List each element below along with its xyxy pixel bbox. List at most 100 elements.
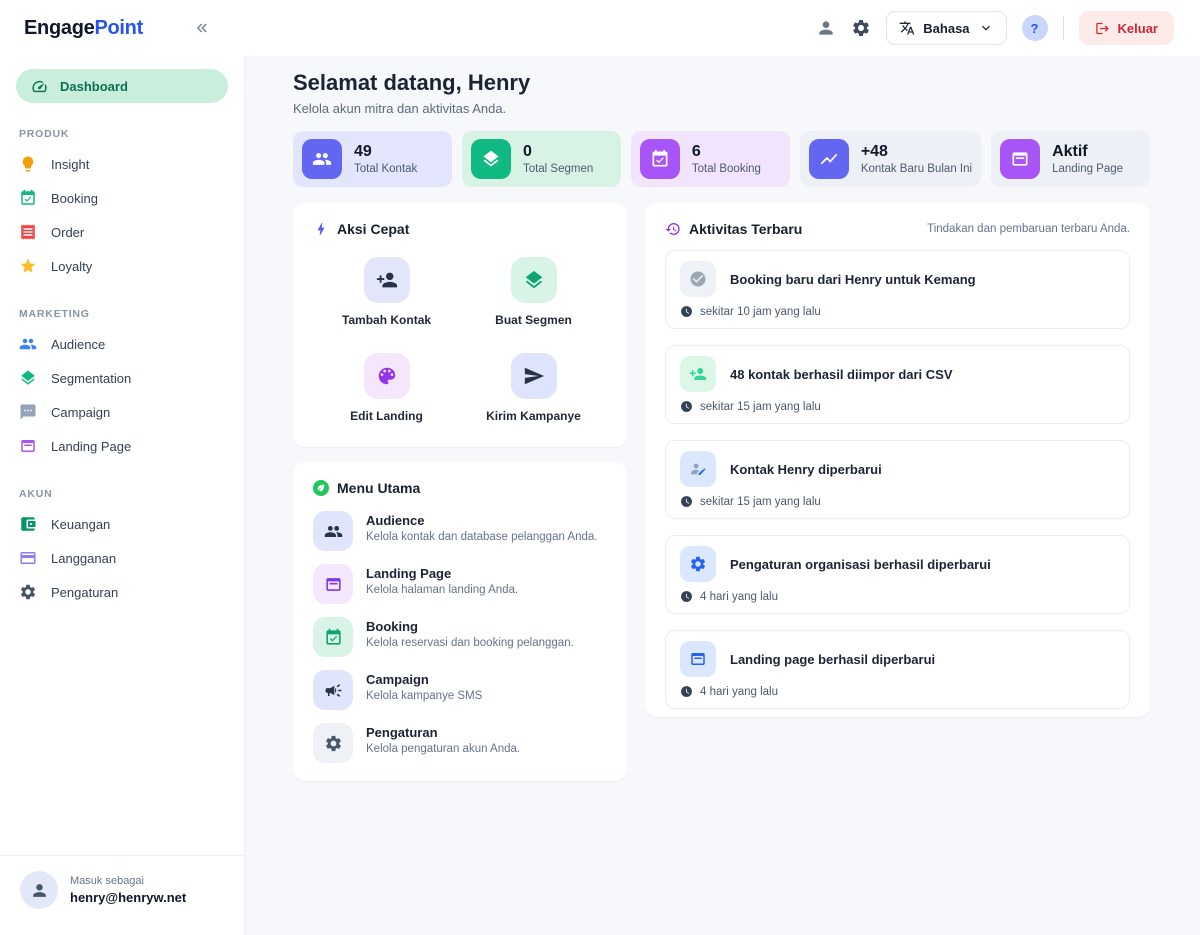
activity-item-time: 4 hari yang lalu <box>680 685 1115 698</box>
activity-item[interactable]: 48 kontak berhasil diimpor dari CSV sekit… <box>665 345 1130 424</box>
right-column: Aktivitas Terbaru Tindakan dan pembaruan… <box>645 203 1150 717</box>
menu-item-pengaturan[interactable]: PengaturanKelola pengaturan akun Anda. <box>313 723 607 763</box>
stat-card-landing-page[interactable]: AktifLanding Page <box>991 131 1150 187</box>
user-icon[interactable] <box>816 18 836 38</box>
clock-icon <box>680 685 693 698</box>
quick-action-edit-landing[interactable]: Edit Landing <box>313 353 460 423</box>
activity-item[interactable]: Pengaturan organisasi berhasil diperbaru… <box>665 535 1130 614</box>
browser-icon <box>19 437 37 455</box>
page-title: Selamat datang, Henry <box>293 70 1150 96</box>
sidebar-item-keuangan[interactable]: Keuangan <box>16 507 228 541</box>
check-circle-icon <box>680 261 716 297</box>
menu-item-landing-page[interactable]: Landing PageKelola halaman landing Anda. <box>313 564 607 604</box>
activity-item[interactable]: Landing page berhasil diperbarui 4 hari y… <box>665 630 1130 709</box>
stat-card-kontak-baru-bulan-ini[interactable]: +48Kontak Baru Bulan Ini <box>800 131 981 187</box>
menu-item-audience[interactable]: AudienceKelola kontak dan database pelan… <box>313 511 607 551</box>
topbar: EngagePoint Bahasa ? Keluar <box>0 0 1200 56</box>
quick-action-label: Kirim Kampanye <box>486 409 581 423</box>
sidebar-item-langganan[interactable]: Langganan <box>16 541 228 575</box>
menu-item-description: Kelola reservasi dan booking pelanggan. <box>366 637 574 649</box>
sidebar-item-loyalty[interactable]: Loyalty <box>16 249 228 283</box>
activity-item-title: Kontak Henry diperbarui <box>730 462 882 477</box>
activity-item-time: sekitar 15 jam yang lalu <box>680 495 1115 508</box>
sidebar-section-title: PRODUK <box>19 128 228 140</box>
receipt-icon <box>19 223 37 241</box>
user-plus-icon <box>364 257 410 303</box>
sidebar-item-booking[interactable]: Booking <box>16 181 228 215</box>
signed-in-label: Masuk sebagai <box>70 875 186 887</box>
sidebar-item-pengaturan[interactable]: Pengaturan <box>16 575 228 609</box>
logout-icon <box>1095 21 1110 36</box>
quick-action-tambah-kontak[interactable]: Tambah Kontak <box>313 257 460 327</box>
left-column: Aksi Cepat Tambah KontakBuat SegmenEdit … <box>293 203 627 781</box>
quick-action-kirim-kampanye[interactable]: Kirim Kampanye <box>460 353 607 423</box>
send-icon <box>511 353 557 399</box>
sidebar-sections: PRODUKInsightBookingOrderLoyaltyMARKETIN… <box>16 128 228 609</box>
sidebar-item-landing-page[interactable]: Landing Page <box>16 429 228 463</box>
stat-card-total-segmen[interactable]: 0Total Segmen <box>462 131 621 187</box>
quick-action-buat-segmen[interactable]: Buat Segmen <box>460 257 607 327</box>
language-button[interactable]: Bahasa <box>886 11 1006 45</box>
sidebar-item-insight[interactable]: Insight <box>16 147 228 181</box>
activity-time-label: sekitar 15 jam yang lalu <box>700 401 821 413</box>
logo-area: EngagePoint <box>0 17 245 40</box>
sidebar-item-order[interactable]: Order <box>16 215 228 249</box>
star-icon <box>19 257 37 275</box>
sidebar-nav: Dashboard PRODUK Insight Booking Order Loyal… <box>0 56 244 609</box>
stat-label: Total Segmen <box>523 163 593 175</box>
translate-icon <box>899 20 915 36</box>
sidebar-collapse-icon[interactable] <box>193 19 211 37</box>
gear-icon <box>313 723 353 763</box>
users-icon <box>302 139 342 179</box>
activity-item-top: Pengaturan organisasi berhasil diperbaru… <box>680 546 1115 582</box>
sidebar-item-label: Langganan <box>51 551 116 566</box>
gear-icon[interactable] <box>851 18 871 38</box>
sidebar-item-label: Audience <box>51 337 105 352</box>
credit-card-icon <box>19 549 37 567</box>
help-button[interactable]: ? <box>1022 15 1048 41</box>
avatar[interactable] <box>20 871 58 909</box>
sidebar-section-title: AKUN <box>19 488 228 500</box>
activity-item-top: Landing page berhasil diperbarui <box>680 641 1115 677</box>
stat-label: Total Kontak <box>354 163 417 175</box>
sidebar-item-label: Order <box>51 225 84 240</box>
activity-item-top: Kontak Henry diperbarui <box>680 451 1115 487</box>
stat-card-total-booking[interactable]: 6Total Booking <box>631 131 790 187</box>
main-menu-header: Menu Utama <box>313 480 607 496</box>
topbar-divider <box>1063 16 1064 40</box>
menu-item-title: Booking <box>366 619 574 634</box>
bolt-icon <box>313 221 329 237</box>
sidebar-item-dashboard[interactable]: Dashboard <box>16 69 228 103</box>
activity-item[interactable]: Booking baru dari Henry untuk Kemangseki… <box>665 250 1130 329</box>
activity-panel: Aktivitas Terbaru Tindakan dan pembaruan… <box>645 203 1150 717</box>
users-icon <box>19 335 37 353</box>
sidebar-item-label: Segmentation <box>51 371 131 386</box>
menu-item-description: Kelola kampanye SMS <box>366 690 482 702</box>
topbar-right: Bahasa ? Keluar <box>245 11 1200 45</box>
sms-icon <box>19 403 37 421</box>
menu-item-campaign[interactable]: CampaignKelola kampanye SMS <box>313 670 607 710</box>
sidebar-item-campaign[interactable]: Campaign <box>16 395 228 429</box>
sidebar-item-label: Booking <box>51 191 98 206</box>
clock-icon <box>680 590 693 603</box>
page-subtitle: Kelola akun mitra dan aktivitas Anda. <box>293 100 1150 117</box>
history-icon <box>665 221 681 237</box>
menu-item-booking[interactable]: Booking Kelola reservasi dan booking pela… <box>313 617 607 657</box>
menu-item-text: CampaignKelola kampanye SMS <box>366 670 482 702</box>
activity-item-title: 48 kontak berhasil diimpor dari CSV <box>730 367 953 382</box>
stat-card-total-kontak[interactable]: 49Total Kontak <box>293 131 452 187</box>
menu-item-description: Kelola halaman landing Anda. <box>366 584 518 596</box>
sidebar-item-audience[interactable]: Audience <box>16 327 228 361</box>
bulb-icon <box>19 155 37 173</box>
sidebar-item-label: Loyalty <box>51 259 92 274</box>
sidebar-item-segmentation[interactable]: Segmentation <box>16 361 228 395</box>
activity-item[interactable]: Kontak Henry diperbarui sekitar 15 jam ya… <box>665 440 1130 519</box>
activity-item-time: sekitar 15 jam yang lalu <box>680 400 1115 413</box>
logout-button[interactable]: Keluar <box>1079 11 1174 45</box>
stat-value: 6 <box>692 143 761 161</box>
sidebar-item-label: Keuangan <box>51 517 110 532</box>
activity-time-label: 4 hari yang lalu <box>700 686 778 698</box>
menu-item-text: Landing PageKelola halaman landing Anda. <box>366 564 518 596</box>
user-plus-icon <box>680 356 716 392</box>
stat-value: Aktif <box>1052 143 1123 161</box>
